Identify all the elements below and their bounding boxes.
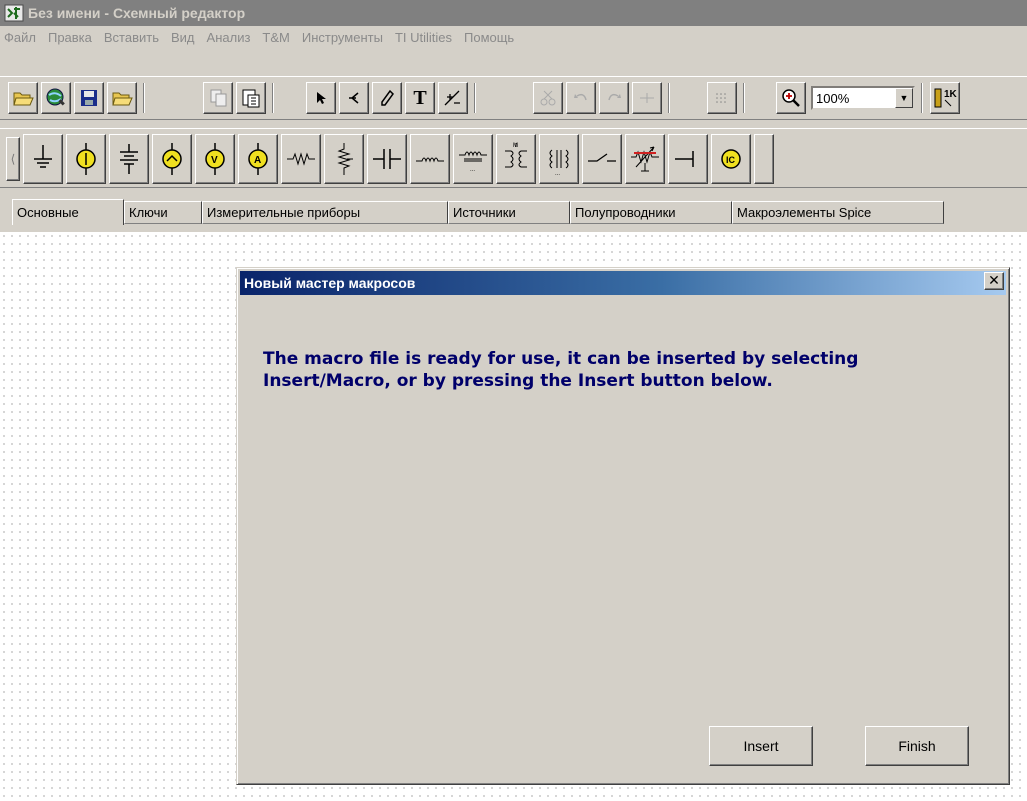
main-toolbar: T 100% ▼ 1K [0,76,1027,120]
svg-text:V: V [211,155,218,166]
voltage-source-icon[interactable] [66,134,106,184]
component-tabs: Основные Ключи Измерительные приборы Ист… [0,199,1027,225]
tab-semiconductors[interactable]: Полупроводники [570,201,732,224]
undo-icon[interactable] [566,82,596,114]
zoom-select[interactable]: 100% ▼ [811,86,915,110]
svg-text:IC: IC [726,155,736,165]
varistor-icon[interactable] [625,134,665,184]
insert-button[interactable]: Insert [709,726,813,766]
chevron-down-icon[interactable]: ▼ [895,88,913,108]
menu-analysis[interactable]: Анализ [207,30,251,45]
ground-icon[interactable] [23,134,63,184]
toolbar-overflow-icon[interactable] [754,134,774,184]
svg-text:A: A [254,155,261,166]
ac-source-icon[interactable] [152,134,192,184]
transformer-icon[interactable]: M [496,134,536,184]
toolbar-separator [143,83,145,113]
zoom-value: 100% [816,90,850,106]
resistor-icon[interactable] [281,134,321,184]
window-title: Без имени - Схемный редактор [28,5,246,21]
app-window: Без имени - Схемный редактор Файл Правка… [0,0,1027,801]
inductor-core-icon[interactable]: ... [453,134,493,184]
save-icon[interactable] [74,82,104,114]
ammeter-icon[interactable]: A [238,134,278,184]
redo-icon[interactable] [599,82,629,114]
menu-insert[interactable]: Вставить [104,30,159,45]
wire-tool-icon[interactable] [339,82,369,114]
app-logo-icon [4,3,24,23]
toolbar-separator [743,83,745,113]
paste-icon[interactable] [236,82,266,114]
globe-search-icon[interactable] [41,82,71,114]
tab-switches[interactable]: Ключи [124,201,202,224]
menu-view[interactable]: Вид [171,30,195,45]
component-value-icon[interactable]: 1K [930,82,960,114]
menu-edit[interactable]: Правка [48,30,92,45]
open-icon[interactable] [8,82,38,114]
toolbar-separator [272,83,274,113]
svg-text:...: ... [555,171,560,176]
toolbar-separator [921,83,923,113]
title-bar: Без имени - Схемный редактор [0,0,1027,26]
potentiometer-icon[interactable] [324,134,364,184]
dialog-message-line-2: Insert/Macro, or by pressing the Insert … [263,371,773,391]
measure-tool-icon[interactable] [438,82,468,114]
select-arrow-icon[interactable] [306,82,336,114]
copy-icon[interactable] [203,82,233,114]
junction-icon[interactable] [632,82,662,114]
battery-icon[interactable] [109,134,149,184]
text-tool-icon[interactable]: T [405,82,435,114]
scroll-left-icon[interactable]: ⟨ [6,137,20,181]
zoom-in-icon[interactable] [776,82,806,114]
menu-file[interactable]: Файл [4,30,36,45]
components-toolbar: ⟨ V A ... M ... IC [0,128,1027,188]
ic-label: 1K [944,89,958,100]
dialog-message: The macro file is ready for use, it can … [263,348,1003,392]
menu-help[interactable]: Помощь [464,30,514,45]
grid-icon[interactable] [707,82,737,114]
capacitor-icon[interactable] [367,134,407,184]
finish-button[interactable]: Finish [865,726,969,766]
menu-tools[interactable]: Инструменты [302,30,383,45]
dialog-title-bar[interactable]: Новый мастер макросов [240,271,1006,295]
inductor-icon[interactable] [410,134,450,184]
tab-spice-macros[interactable]: Макроэлементы Spice [732,201,944,224]
dialog-title: Новый мастер макросов [244,275,416,291]
tab-meters[interactable]: Измерительные приборы [202,201,448,224]
svg-text:...: ... [470,167,475,173]
terminal-icon[interactable] [668,134,708,184]
cut-icon[interactable] [533,82,563,114]
menu-tm[interactable]: T&M [262,30,289,45]
toolbar-separator [668,83,670,113]
pencil-icon[interactable] [372,82,402,114]
coupled-inductor-icon[interactable]: ... [539,134,579,184]
menu-bar: Файл Правка Вставить Вид Анализ T&M Инст… [0,26,1027,48]
voltmeter-icon[interactable]: V [195,134,235,184]
menu-ti-utilities[interactable]: TI Utilities [395,30,452,45]
tab-basic[interactable]: Основные [12,199,124,225]
ic-macro-icon[interactable]: IC [711,134,751,184]
close-icon[interactable]: ✕ [984,272,1004,290]
macro-wizard-dialog: Новый мастер макросов ✕ The macro file i… [236,267,1010,785]
svg-text:M: M [513,143,518,149]
switch-icon[interactable] [582,134,622,184]
open-folder-icon[interactable] [107,82,137,114]
toolbar-separator [474,83,476,113]
tab-sources[interactable]: Источники [448,201,570,224]
dialog-message-line-1: The macro file is ready for use, it can … [263,349,859,369]
